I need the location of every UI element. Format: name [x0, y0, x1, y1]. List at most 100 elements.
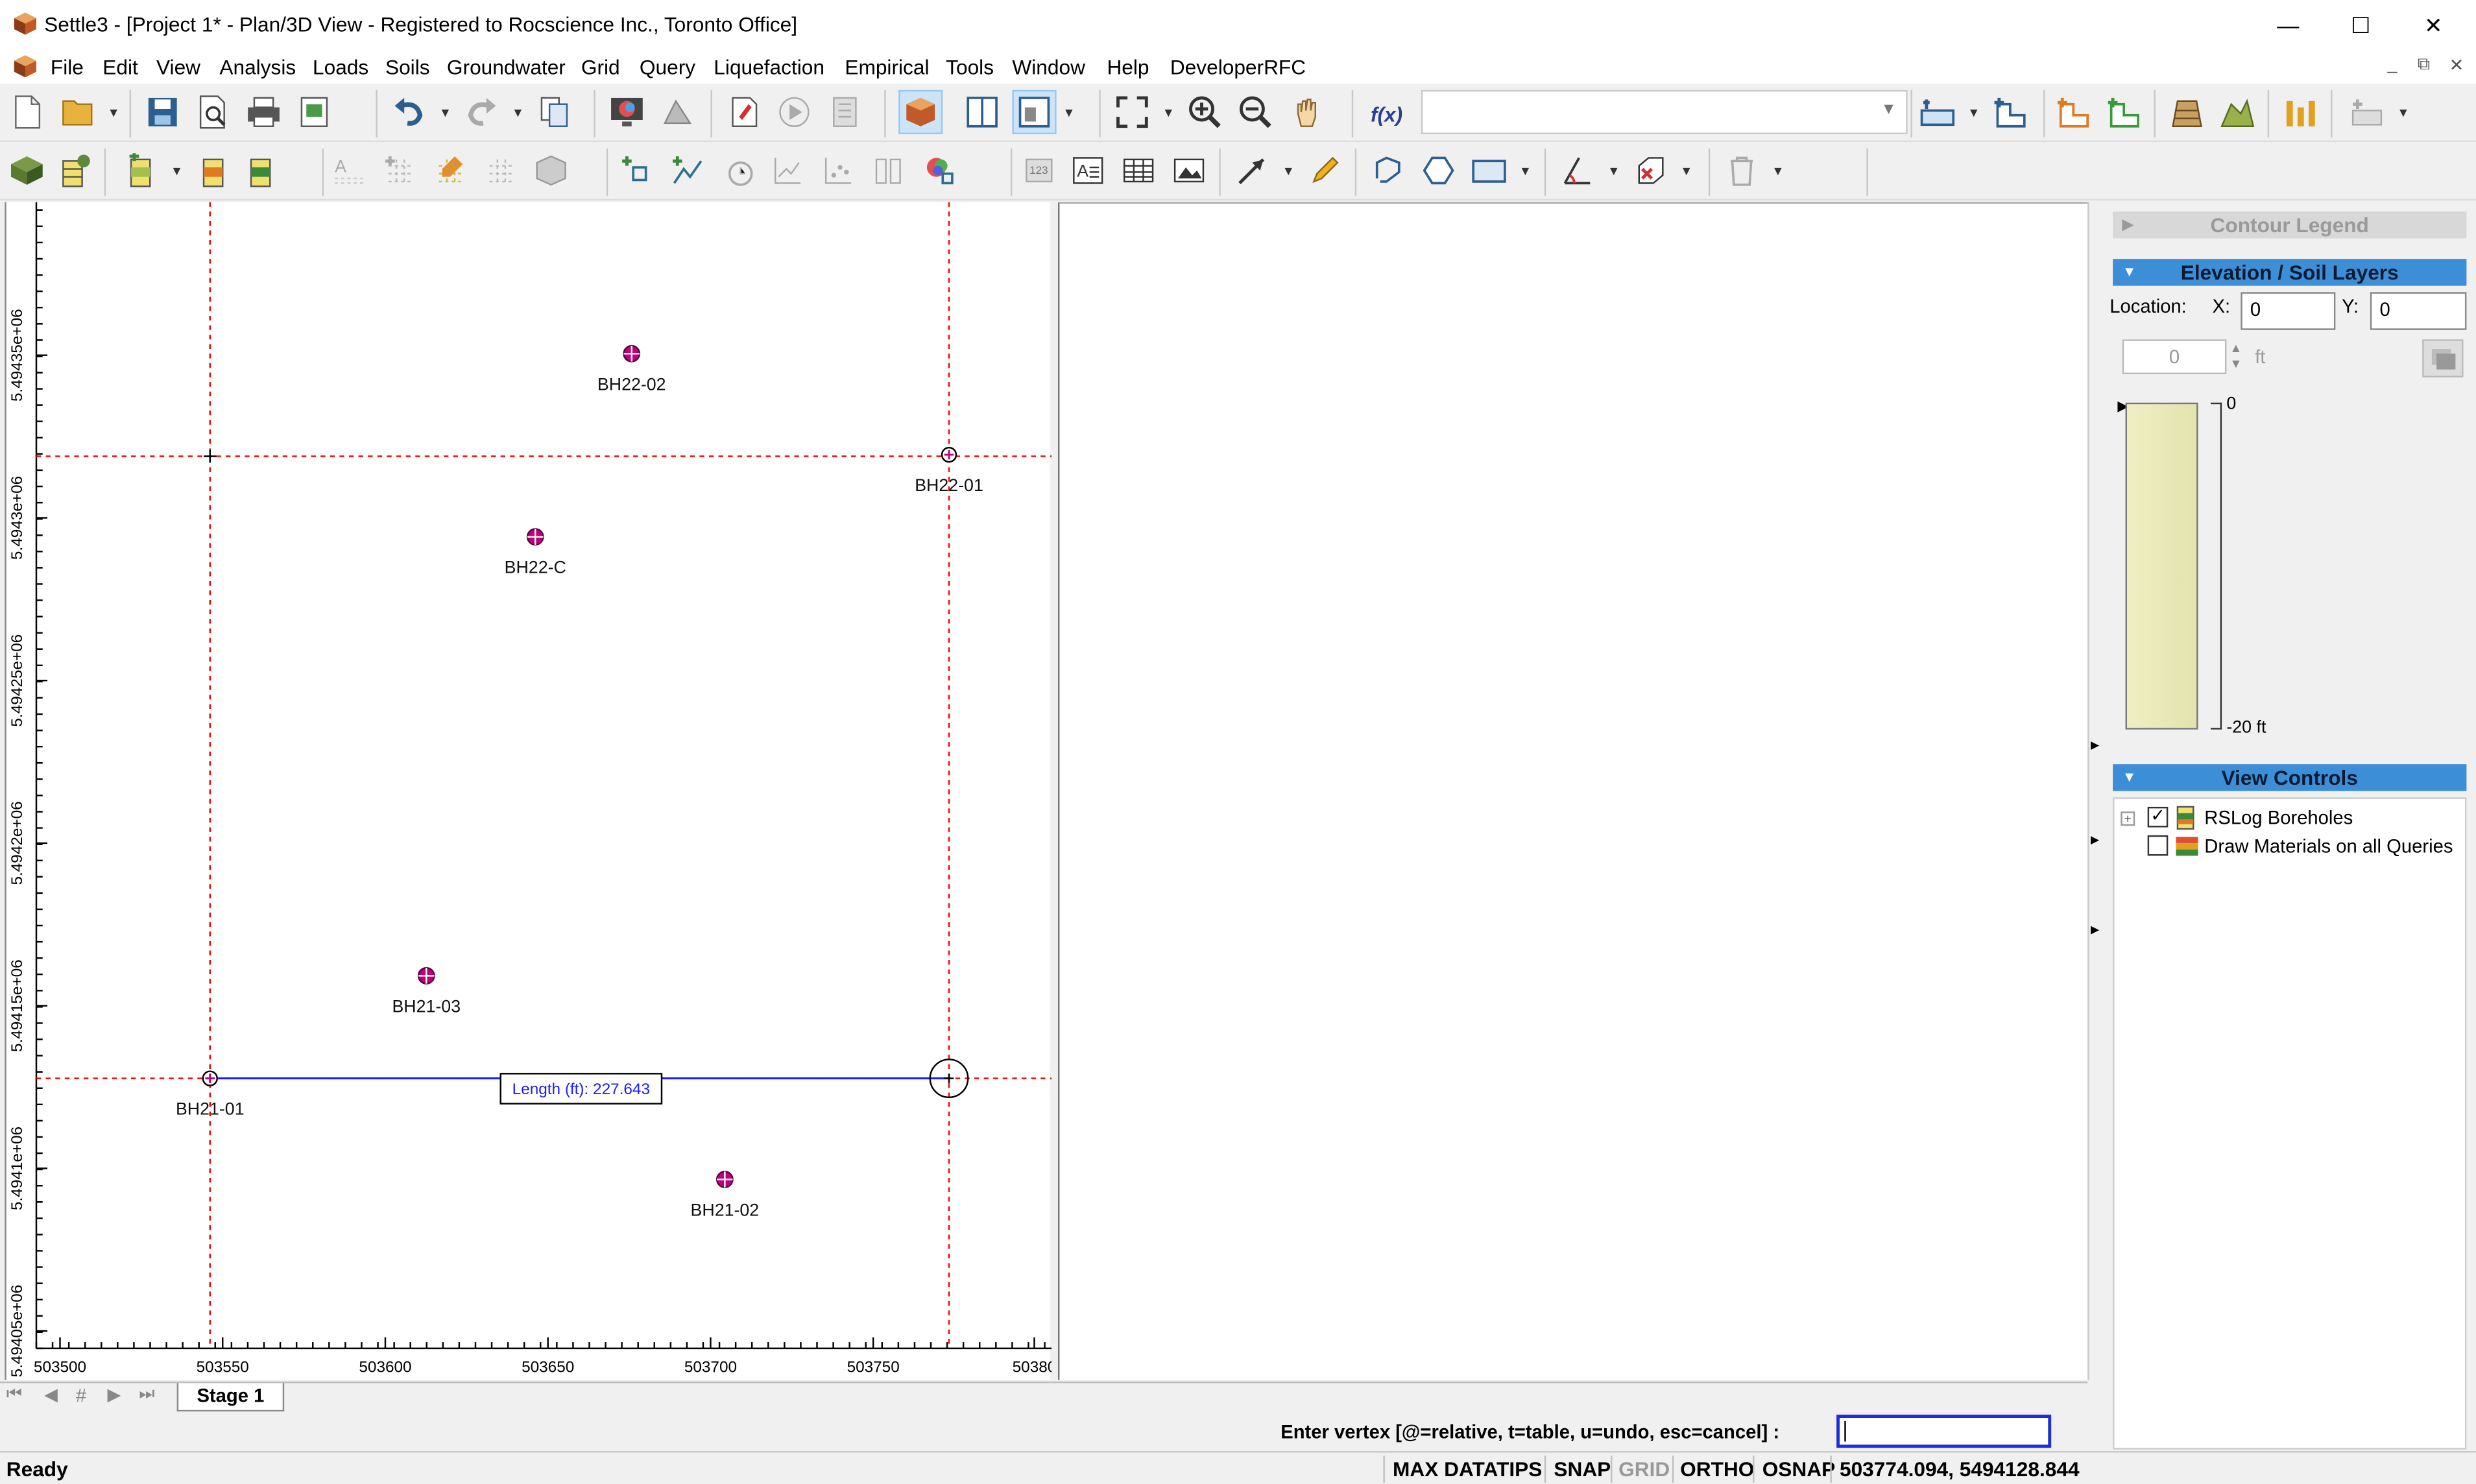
minimize-button[interactable]: — — [2252, 0, 2324, 51]
copy-layers-button[interactable] — [2422, 339, 2464, 377]
max-datatips-toggle[interactable]: MAX DATATIPS — [1393, 1457, 1542, 1481]
menu-edit[interactable]: Edit — [102, 55, 138, 79]
print-icon[interactable] — [243, 91, 284, 132]
export-image-icon[interactable] — [294, 91, 335, 132]
menu-query[interactable]: Query — [640, 55, 695, 79]
tree-item-rslog-boreholes[interactable]: + ✓ RSLog Boreholes — [2117, 805, 2465, 832]
prev-stage-icon[interactable]: ◀ — [44, 1385, 58, 1405]
add-rectangular-load-icon[interactable] — [1917, 91, 1958, 132]
spinner-up-icon[interactable]: ▲ — [2230, 341, 2242, 355]
add-query-line-icon[interactable] — [666, 150, 707, 191]
menu-developerrfc[interactable]: DeveloperRFC — [1170, 55, 1306, 79]
borehole-marker[interactable]: BH21-02 — [691, 1171, 760, 1219]
open-folder-icon[interactable] — [57, 91, 98, 132]
menu-empirical[interactable]: Empirical — [845, 55, 929, 79]
plan-view[interactable]: 503500 503550 503600 503650 503700 503750 5038… — [5, 202, 1052, 1380]
add-excavation-icon[interactable] — [2104, 91, 2145, 132]
borehole-marker[interactable]: BH21-03 — [392, 967, 461, 1016]
copy-icon[interactable] — [534, 91, 575, 132]
grid-toggle[interactable]: GRID — [1618, 1457, 1670, 1481]
ground-improvement-icon[interactable] — [2346, 91, 2387, 132]
interpret-icon[interactable] — [824, 91, 865, 132]
view-splitter[interactable] — [1052, 202, 1058, 1380]
menu-groundwater[interactable]: Groundwater — [447, 55, 566, 79]
scatter-query-icon[interactable] — [818, 150, 859, 191]
numbered-label-icon[interactable]: 123 — [1020, 150, 1061, 191]
graph-query-icon[interactable] — [767, 150, 808, 191]
open-dropdown-icon[interactable]: ▼ — [108, 106, 120, 120]
dimension-box-icon[interactable] — [1629, 150, 1670, 191]
function-icon[interactable]: f(x) — [1364, 91, 1405, 132]
elevation-spinner[interactable]: 0 — [2122, 339, 2227, 374]
view-controls-header[interactable]: ▼ View Controls — [2113, 764, 2467, 791]
ground-dropdown-icon[interactable]: ▼ — [2397, 106, 2409, 120]
menu-liquefaction[interactable]: Liquefaction — [714, 55, 824, 79]
angle-tool-icon[interactable] — [1557, 150, 1598, 191]
menu-view[interactable]: View — [156, 55, 200, 79]
spinner-down-icon[interactable]: ▼ — [2230, 357, 2242, 371]
add-query-point-icon[interactable] — [616, 150, 656, 191]
rslog-checkbox[interactable]: ✓ — [2147, 806, 2169, 828]
perspective-icon[interactable] — [657, 91, 698, 132]
piles-icon[interactable] — [2280, 91, 2321, 132]
mdi-close-button[interactable]: ✕ — [2449, 55, 2464, 76]
borehole-data-icon[interactable] — [240, 150, 281, 191]
arrow-dropdown-icon[interactable]: ▼ — [1282, 164, 1295, 178]
draw-materials-checkbox[interactable] — [2147, 835, 2169, 856]
borehole-settings-icon[interactable] — [54, 150, 95, 191]
load-dropdown-icon[interactable]: ▼ — [1967, 106, 1980, 120]
add-text-icon[interactable]: A — [1068, 150, 1109, 191]
menu-window[interactable]: Window — [1012, 55, 1085, 79]
layout-view-icon[interactable] — [1012, 90, 1057, 134]
tab-stage-1[interactable]: Stage 1 — [176, 1383, 285, 1412]
delete-icon[interactable] — [1721, 150, 1762, 191]
splitter-arrow-icon-2[interactable]: ▶ — [2091, 833, 2099, 846]
compute-icon[interactable] — [723, 91, 764, 132]
zoom-extents-dropdown-icon[interactable]: ▼ — [1162, 106, 1175, 120]
delete-dropdown-icon[interactable]: ▼ — [1772, 164, 1784, 178]
polygon-tool-icon[interactable] — [1418, 150, 1459, 191]
ortho-toggle[interactable]: ORTHO — [1680, 1457, 1754, 1481]
pan-icon[interactable] — [1286, 91, 1327, 132]
3d-view-icon[interactable] — [898, 90, 943, 134]
terrain-icon[interactable] — [2217, 91, 2258, 132]
menu-soils[interactable]: Soils — [385, 55, 430, 79]
osnap-toggle[interactable]: OSNAP — [1762, 1457, 1836, 1481]
add-image-icon[interactable] — [1168, 150, 1209, 191]
redo-dropdown-icon[interactable]: ▼ — [512, 106, 524, 120]
zoom-out-icon[interactable] — [1235, 91, 1276, 132]
panel-splitter[interactable]: ▶ ▶ ▶ — [2087, 202, 2100, 1380]
layout-dropdown-icon[interactable]: ▼ — [1063, 106, 1075, 120]
grid-text-icon[interactable]: A — [328, 150, 369, 191]
angle-dropdown-icon[interactable]: ▼ — [1607, 164, 1620, 178]
rectangle-dropdown-icon[interactable]: ▼ — [1519, 164, 1532, 178]
command-input[interactable] — [1836, 1415, 2052, 1448]
elevation-header[interactable]: ▼ Elevation / Soil Layers — [2113, 259, 2467, 286]
next-stage-icon[interactable]: ▶ — [108, 1385, 121, 1405]
new-file-icon[interactable] — [6, 91, 47, 132]
mdi-restore-button[interactable]: ⧉ — [2418, 55, 2430, 76]
arrow-tool-icon[interactable] — [1232, 150, 1273, 191]
save-icon[interactable] — [142, 91, 183, 132]
zoom-in-icon[interactable] — [1184, 91, 1225, 132]
menu-loads[interactable]: Loads — [313, 55, 368, 79]
menu-tools[interactable]: Tools — [946, 55, 994, 79]
zoom-extents-icon[interactable] — [1112, 91, 1153, 132]
print-preview-icon[interactable] — [193, 91, 234, 132]
menu-help[interactable]: Help — [1107, 55, 1149, 79]
splitter-arrow-icon[interactable]: ▶ — [2091, 739, 2099, 752]
3d-view[interactable] — [1057, 202, 2088, 1380]
maximize-button[interactable]: ☐ — [2324, 0, 2397, 51]
contour-colors-icon[interactable] — [919, 150, 960, 191]
expand-plus-icon[interactable]: + — [2121, 811, 2135, 826]
menu-grid[interactable]: Grid — [581, 55, 620, 79]
borehole-dropdown-icon[interactable]: ▼ — [171, 164, 183, 178]
borehole-marker[interactable]: BH22-02 — [597, 344, 666, 394]
add-polygon-load-icon[interactable] — [1989, 91, 2030, 132]
add-borehole-icon[interactable] — [120, 150, 161, 191]
project-settings-icon[interactable] — [6, 150, 47, 191]
undo-dropdown-icon[interactable]: ▼ — [439, 106, 451, 120]
borehole-marker[interactable]: BH22-C — [505, 528, 566, 577]
add-table-icon[interactable] — [1118, 150, 1159, 191]
add-grid-icon[interactable] — [379, 150, 420, 191]
